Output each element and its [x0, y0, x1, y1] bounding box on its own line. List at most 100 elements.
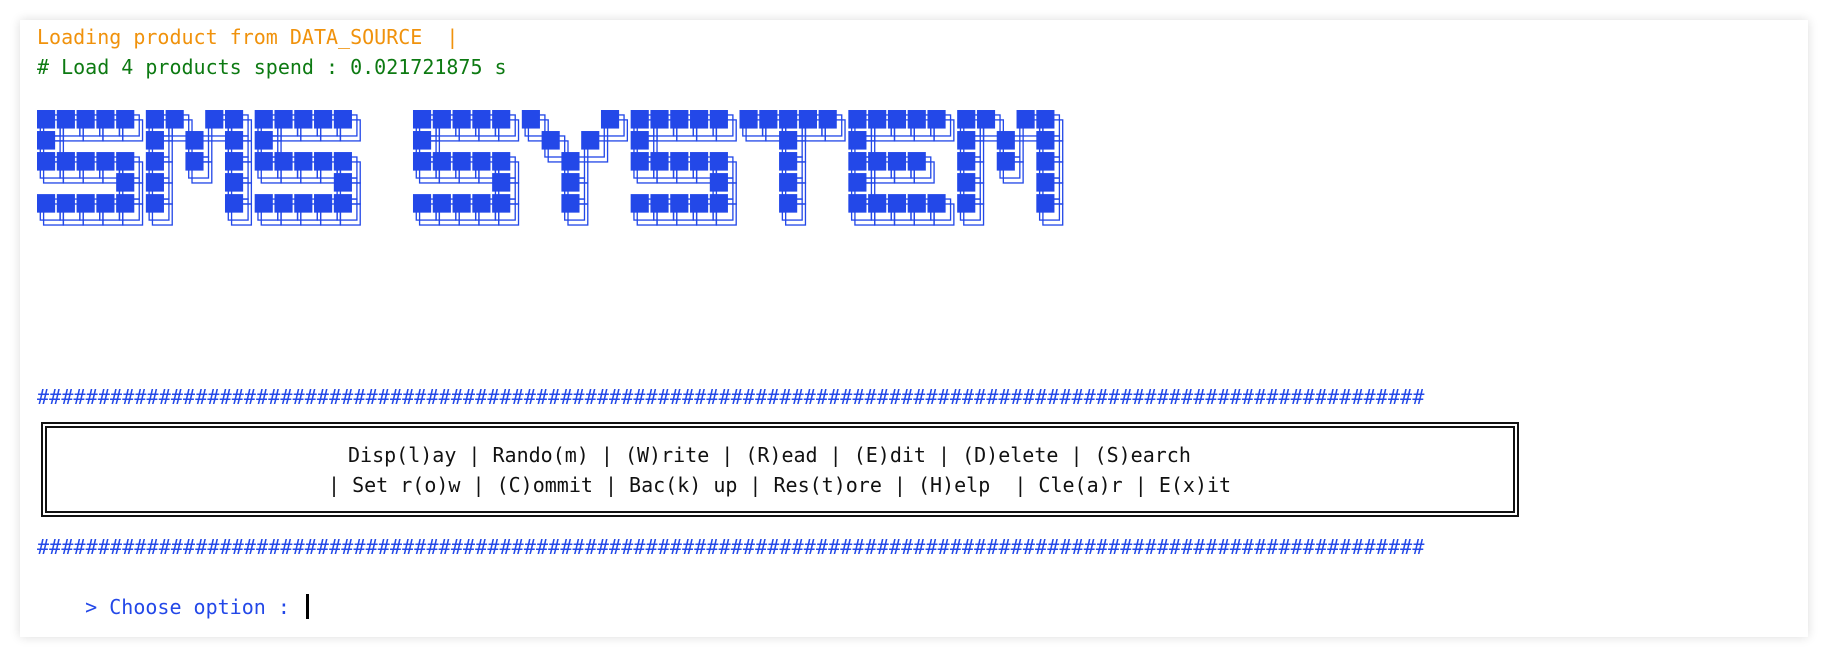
banner-block: [709, 110, 728, 129]
banner-block: [333, 110, 352, 129]
banner-block: [224, 110, 244, 129]
banner-block: [887, 110, 907, 129]
load-timing: # Load 4 products spend : 0.021721875 s: [37, 55, 507, 79]
banner-block: [818, 110, 837, 129]
banner-block: [472, 110, 491, 129]
terminal-window: Loading product from DATA_SOURCE | # Loa…: [20, 20, 1808, 637]
banner-block: [650, 194, 669, 213]
banner-block: [887, 152, 907, 171]
banner-block: [868, 110, 887, 129]
banner-block: [848, 194, 867, 213]
divider-top: ########################################…: [37, 385, 1425, 409]
banner-block: [472, 152, 491, 171]
banner-block: [907, 110, 926, 129]
banner-block: [976, 110, 996, 129]
banner-block: [145, 173, 164, 192]
banner-block: [561, 173, 580, 192]
banner-block: [670, 110, 689, 129]
banner-block: [56, 152, 75, 171]
prompt-label: > Choose option :: [85, 595, 302, 619]
menu-line-2: | Set r(o)w | (C)ommit | Bac(k) up | Res…: [328, 473, 1232, 497]
banner-block: [1036, 194, 1055, 213]
banner-block: [96, 152, 115, 171]
banner-block: [37, 152, 56, 171]
banner-block: [1036, 131, 1055, 150]
banner-block: [254, 131, 273, 150]
banner-block: [759, 110, 778, 129]
banner-block: [492, 173, 511, 192]
banner-block: [927, 110, 946, 129]
banner-block: [779, 194, 798, 213]
banner-block: [670, 194, 689, 213]
banner-block: [690, 194, 709, 213]
banner-block: [868, 194, 887, 213]
banner-block: [432, 194, 451, 213]
banner-block: [600, 110, 620, 129]
banner-block: [630, 110, 649, 129]
banner-block: [116, 194, 135, 213]
banner-block: [116, 152, 135, 171]
banner-block: [690, 152, 709, 171]
banner-block: [650, 152, 669, 171]
banner-block: [412, 152, 432, 171]
banner-block: [739, 110, 758, 129]
banner-block: [541, 131, 560, 150]
banner-block: [254, 110, 273, 129]
banner-block: [254, 152, 273, 171]
banner-block: [185, 152, 204, 171]
banner-block: [333, 173, 352, 192]
banner-block: [1036, 173, 1055, 192]
banner-block: [412, 194, 432, 213]
banner-block: [96, 110, 115, 129]
banner-block: [957, 173, 976, 192]
banner-block: [996, 152, 1015, 171]
banner-block: [848, 131, 867, 150]
loading-status: Loading product from DATA_SOURCE |: [37, 25, 459, 49]
banner-block: [76, 110, 95, 129]
banner-block: [907, 152, 926, 171]
banner-block: [314, 110, 333, 129]
banner-block: [709, 194, 728, 213]
banner-block: [848, 173, 867, 192]
banner-block: [650, 110, 669, 129]
banner-block: [274, 110, 293, 129]
banner-block: [452, 194, 471, 213]
banner-block: [205, 110, 224, 129]
banner-block: [294, 152, 313, 171]
banner-block: [472, 194, 491, 213]
prompt-line[interactable]: > Choose option :: [37, 562, 309, 619]
banner-block: [630, 152, 649, 171]
banner-block: [254, 194, 273, 213]
banner-block: [224, 194, 244, 213]
banner-block: [145, 194, 164, 213]
banner-block: [333, 152, 352, 171]
banner-block: [432, 152, 451, 171]
banner-block: [957, 131, 976, 150]
banner-block: [492, 152, 511, 171]
banner-block: [452, 152, 471, 171]
banner-block: [521, 110, 540, 129]
banner-block: [492, 194, 511, 213]
banner-block: [1036, 110, 1055, 129]
banner-block: [274, 152, 293, 171]
banner-block: [957, 110, 976, 129]
banner-block: [37, 194, 56, 213]
banner-block: [165, 110, 184, 129]
banner-block: [630, 194, 649, 213]
sms-system-banner: [37, 110, 1064, 226]
banner-block: [779, 110, 798, 129]
banner-block: [848, 110, 867, 129]
banner-block: [224, 173, 244, 192]
banner-block: [561, 194, 580, 213]
banner-block: [185, 131, 204, 150]
banner-block: [848, 152, 867, 171]
banner-block: [145, 110, 164, 129]
banner-block: [432, 110, 451, 129]
banner-block: [907, 194, 926, 213]
banner-block: [145, 131, 164, 150]
divider-bottom: ########################################…: [37, 535, 1425, 559]
banner-block: [224, 152, 244, 171]
banner-block: [116, 173, 135, 192]
banner-block: [294, 110, 313, 129]
banner-block: [798, 110, 817, 129]
